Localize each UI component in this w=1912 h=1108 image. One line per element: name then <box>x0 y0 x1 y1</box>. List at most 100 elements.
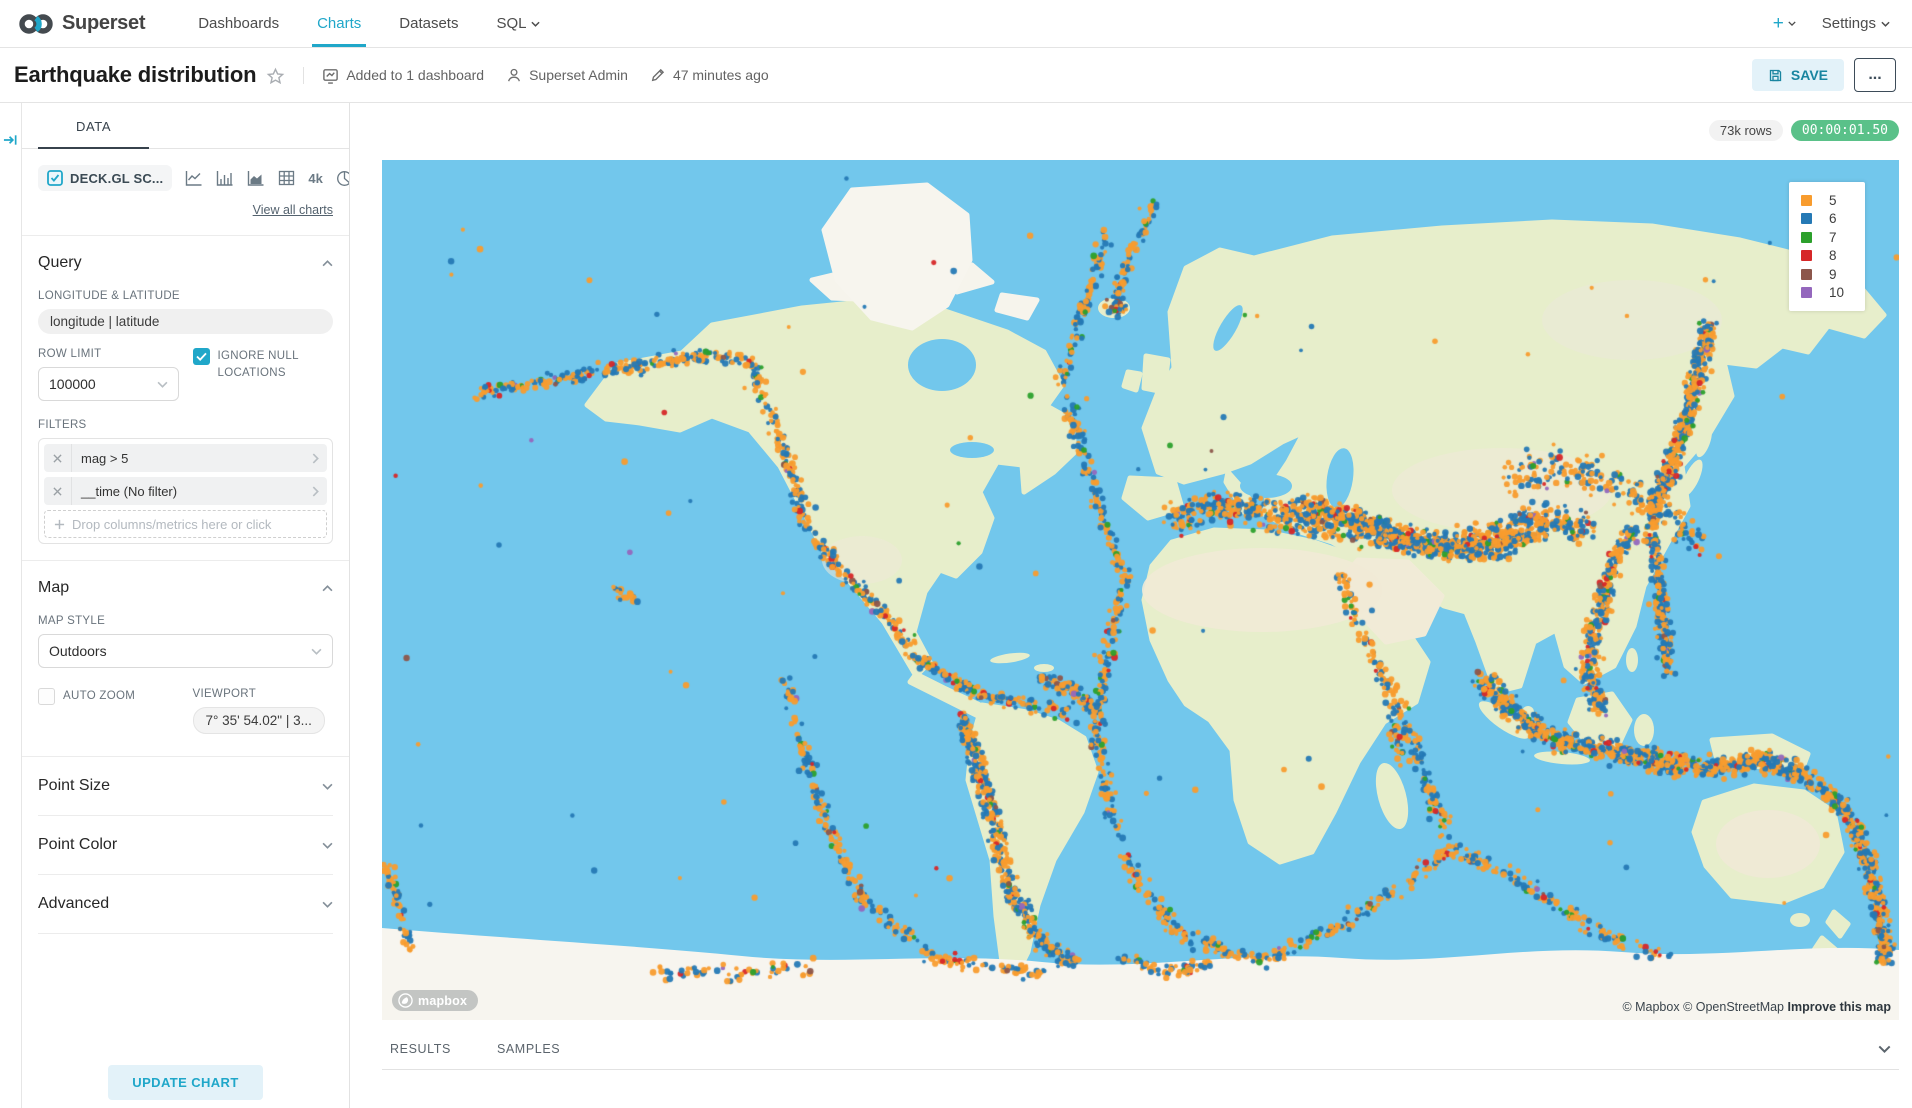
legend-swatch <box>1801 232 1812 243</box>
big-number-viz-label[interactable]: 4k <box>308 171 322 186</box>
nav-item-dashboards[interactable]: Dashboards <box>179 0 298 47</box>
advanced-section[interactable]: Advanced <box>38 875 333 934</box>
pencil-icon <box>650 67 666 83</box>
point-size-section[interactable]: Point Size <box>38 757 333 816</box>
bar-chart-icon[interactable] <box>216 170 234 186</box>
chevron-down-icon <box>311 648 322 655</box>
viewport-value-chip[interactable]: 7° 35' 54.02" | 3... <box>193 707 325 734</box>
section-divider <box>22 235 349 236</box>
results-panel-header: RESULTS SAMPLES <box>382 1028 1899 1070</box>
legend-swatch <box>1801 213 1812 224</box>
table-icon[interactable] <box>278 170 295 186</box>
plus-icon <box>54 519 65 530</box>
row-limit-label: ROW LIMIT <box>38 348 179 360</box>
legend-swatch <box>1801 250 1812 261</box>
data-control-panel: DATA DECK.GL SC... <box>22 103 350 1108</box>
legend-item: 9 <box>1801 265 1851 284</box>
row-limit-select[interactable]: 100000 <box>38 367 179 401</box>
chart-header: Earthquake distribution Added to 1 dashb… <box>0 48 1912 103</box>
save-icon <box>1768 68 1783 83</box>
viz-type-row: DECK.GL SC... 4k <box>38 165 333 191</box>
dashboards-count[interactable]: Added to 1 dashboard <box>322 67 484 84</box>
mapbox-attribution[interactable]: © Mapbox <box>1622 1000 1679 1014</box>
lonlat-label: LONGITUDE & LATITUDE <box>38 290 333 302</box>
legend-item: 10 <box>1801 284 1851 303</box>
chevron-down-icon <box>322 842 333 849</box>
area-chart-icon[interactable] <box>247 170 265 186</box>
improve-map-link[interactable]: Improve this map <box>1788 1000 1892 1014</box>
nav-item-charts[interactable]: Charts <box>298 0 380 47</box>
mapbox-icon <box>398 993 413 1008</box>
remove-filter-icon[interactable] <box>44 477 72 505</box>
magnitude-legend: 5 6 7 8 9 10 <box>1789 182 1865 311</box>
chevron-down-icon <box>531 21 540 27</box>
checked-viz-icon <box>47 170 63 186</box>
row-count-badge: 73k rows <box>1709 120 1783 141</box>
pie-chart-icon[interactable] <box>336 170 349 187</box>
primary-nav: Dashboards Charts Datasets SQL <box>179 0 559 47</box>
unchecked-checkbox-icon[interactable] <box>38 688 55 705</box>
top-nav: Superset Dashboards Charts Datasets SQL … <box>0 0 1912 48</box>
filter-chip-mag[interactable]: mag > 5 <box>44 444 327 472</box>
filter-chip-time[interactable]: __time (No filter) <box>44 477 327 505</box>
collapse-panel-icon[interactable] <box>3 133 18 1108</box>
chevron-down-icon <box>1788 21 1796 26</box>
more-actions-button[interactable]: ... <box>1854 58 1896 92</box>
favorite-star-icon[interactable] <box>266 67 285 86</box>
drop-columns-target[interactable]: Drop columns/metrics here or click <box>44 510 327 538</box>
page-title: Earthquake distribution <box>14 62 256 88</box>
ignore-null-label: IGNORE NULL LOCATIONS <box>218 348 334 381</box>
map-attribution: © Mapbox © OpenStreetMap Improve this ma… <box>1622 1000 1891 1014</box>
view-all-charts-link[interactable]: View all charts <box>253 203 333 217</box>
user-icon <box>506 67 522 83</box>
map-style-label: MAP STYLE <box>38 615 333 627</box>
deckgl-scatter-map[interactable]: 5 6 7 8 9 10 mapbox © Mapbox © OpenStree… <box>382 160 1899 1020</box>
ignore-null-checkbox-row[interactable]: IGNORE NULL LOCATIONS <box>193 348 334 381</box>
osm-attribution[interactable]: © OpenStreetMap <box>1683 1000 1784 1014</box>
legend-item: 6 <box>1801 210 1851 229</box>
legend-item: 8 <box>1801 247 1851 266</box>
chevron-up-icon <box>322 585 333 592</box>
tab-results[interactable]: RESULTS <box>386 1030 455 1068</box>
collapse-results-icon[interactable] <box>1874 1041 1895 1057</box>
checked-checkbox-icon[interactable] <box>193 348 210 365</box>
map-style-select[interactable]: Outdoors <box>38 634 333 668</box>
chart-owner[interactable]: Superset Admin <box>506 67 628 83</box>
query-timer-badge: 00:00:01.50 <box>1791 120 1899 141</box>
settings-menu[interactable]: Settings <box>1822 15 1890 32</box>
last-modified[interactable]: 47 minutes ago <box>650 67 769 83</box>
panel-tab-bar: DATA <box>22 103 349 149</box>
point-color-section[interactable]: Point Color <box>38 816 333 875</box>
panel-collapse-strip <box>0 103 22 1108</box>
legend-swatch <box>1801 287 1812 298</box>
query-section-header[interactable]: Query <box>38 254 333 272</box>
chevron-down-icon <box>1881 21 1890 27</box>
filters-box: mag > 5 __time (No filter) Drop columns/… <box>38 438 333 544</box>
chevron-right-icon <box>304 453 327 464</box>
legend-item: 5 <box>1801 191 1851 210</box>
chart-metadata: Added to 1 dashboard Superset Admin 47 m… <box>303 67 768 84</box>
new-item-button[interactable]: + <box>1773 13 1796 35</box>
tab-data[interactable]: DATA <box>38 119 149 149</box>
auto-zoom-checkbox-row[interactable]: AUTO ZOOM <box>38 688 179 705</box>
chevron-down-icon <box>157 381 168 388</box>
nav-item-sql[interactable]: SQL <box>477 0 559 47</box>
current-viz-type-chip[interactable]: DECK.GL SC... <box>38 165 172 191</box>
mapbox-logo[interactable]: mapbox <box>392 990 478 1011</box>
remove-filter-icon[interactable] <box>44 444 72 472</box>
update-chart-button[interactable]: UPDATE CHART <box>108 1065 262 1100</box>
save-button[interactable]: SAVE <box>1752 59 1844 91</box>
tab-samples[interactable]: SAMPLES <box>493 1030 564 1068</box>
brand-name: Superset <box>62 12 145 35</box>
auto-zoom-label: AUTO ZOOM <box>63 688 135 705</box>
panel-content: DECK.GL SC... 4k <box>22 149 349 1108</box>
filters-label: FILTERS <box>38 419 333 431</box>
lonlat-chip[interactable]: longitude | latitude <box>38 309 333 334</box>
nav-item-datasets[interactable]: Datasets <box>380 0 477 47</box>
superset-infinity-icon <box>18 12 54 36</box>
line-chart-icon[interactable] <box>185 170 203 186</box>
superset-logo[interactable]: Superset <box>18 0 145 47</box>
map-section-header[interactable]: Map <box>38 579 333 597</box>
legend-swatch <box>1801 269 1812 280</box>
viz-type-name: DECK.GL SC... <box>70 171 163 186</box>
